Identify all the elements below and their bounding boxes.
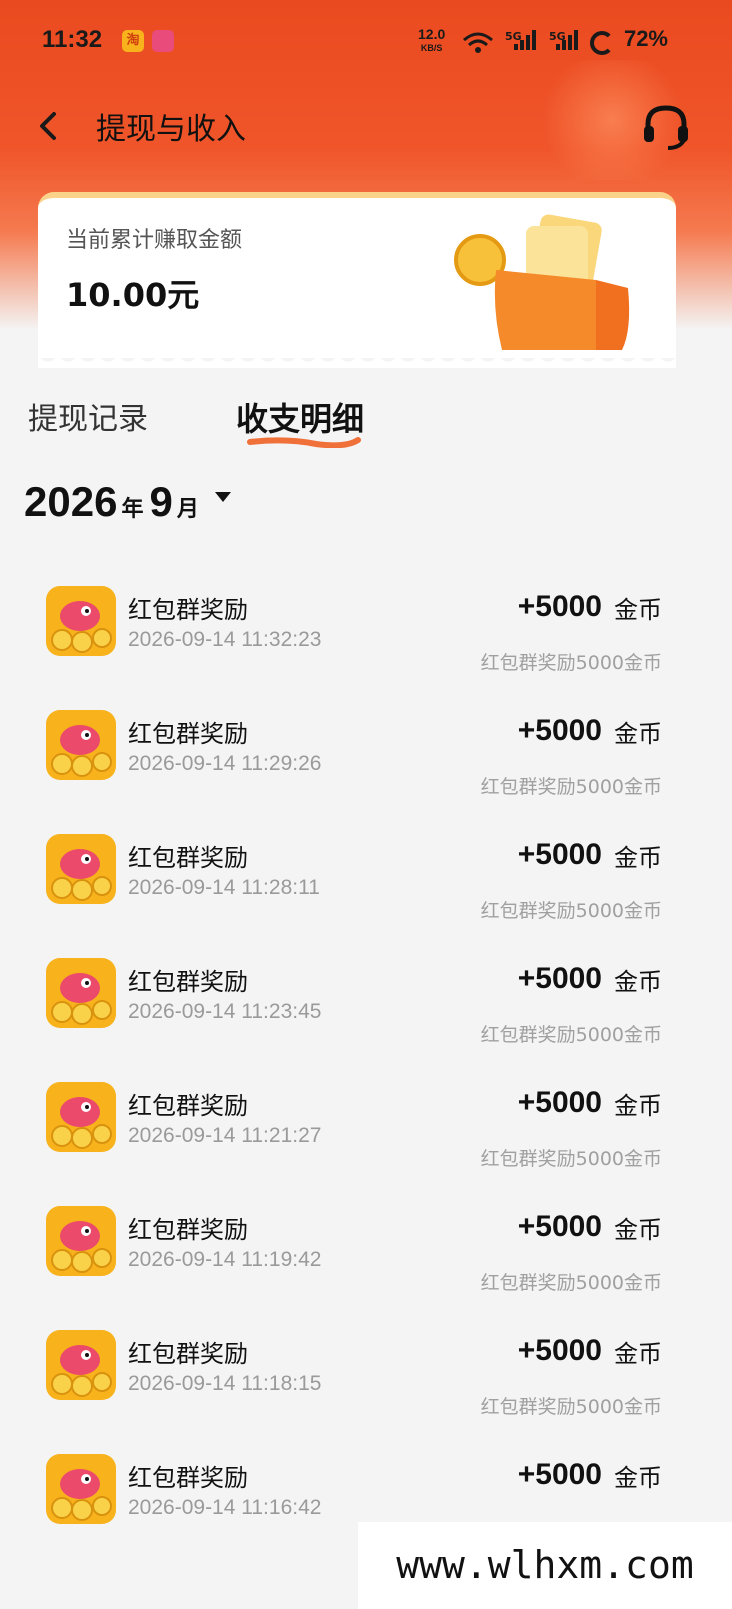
record-amount: +5000 [517, 590, 602, 623]
record-desc: 红包群奖励5000金币 [480, 1272, 662, 1294]
record-time: 2026-09-14 11:32:23 [128, 628, 322, 651]
tab-active-indicator [247, 437, 361, 448]
record-title: 红包群奖励 [128, 844, 248, 872]
record-amount: +5000 [517, 838, 602, 871]
record-desc: 红包群奖励5000金币 [480, 1024, 662, 1046]
record-amount: +5000 [517, 962, 602, 995]
record-desc: 红包群奖励5000金币 [480, 1396, 662, 1418]
list-item[interactable]: 红包群奖励 2026-09-14 11:21:27 +5000 金币 红包群奖励… [0, 1056, 732, 1180]
list-item[interactable]: 红包群奖励 2026-09-14 11:29:26 +5000 金币 红包群奖励… [0, 684, 732, 808]
wallet-coin-illustration [454, 214, 630, 350]
record-title: 红包群奖励 [128, 1092, 248, 1120]
red-packet-reward-icon [46, 1330, 116, 1400]
record-unit: 金币 [614, 1464, 662, 1492]
record-time: 2026-09-14 11:23:45 [128, 1000, 322, 1023]
taobao-app-icon: 淘 [122, 30, 144, 52]
red-packet-reward-icon [46, 958, 116, 1028]
record-time: 2026-09-14 11:18:15 [128, 1372, 322, 1395]
list-item[interactable]: 红包群奖励 2026-09-14 11:19:42 +5000 金币 红包群奖励… [0, 1180, 732, 1304]
record-unit: 金币 [614, 844, 662, 872]
red-packet-reward-icon [46, 1206, 116, 1276]
month-picker-month: 9 [149, 478, 173, 525]
record-desc: 红包群奖励5000金币 [480, 1148, 662, 1170]
record-desc: 红包群奖励5000金币 [480, 900, 662, 922]
red-packet-reward-icon [46, 1082, 116, 1152]
record-unit: 金币 [614, 1216, 662, 1244]
month-picker[interactable]: 2026 年 9 月 [24, 478, 231, 528]
chevron-left-icon[interactable] [30, 102, 70, 150]
list-item[interactable]: 红包群奖励 2026-09-14 11:28:11 +5000 金币 红包群奖励… [0, 808, 732, 932]
status-bar: 11:32 淘 12.0 KB/S 5G 5G 72% [0, 18, 732, 64]
red-packet-reward-icon [46, 586, 116, 656]
watermark: www.wlhxm.com [358, 1522, 732, 1609]
signal-2-icon [556, 30, 582, 50]
record-unit: 金币 [614, 1340, 662, 1368]
earnings-label: 当前累计赚取金额 [66, 228, 243, 253]
record-time: 2026-09-14 11:16:42 [128, 1496, 322, 1519]
headset-icon[interactable] [640, 100, 692, 152]
battery-ring-icon [590, 31, 614, 55]
net-speed-value: 12.0 [418, 26, 446, 42]
list-item[interactable]: 红包群奖励 2026-09-14 11:32:23 +5000 金币 红包群奖励… [0, 560, 732, 684]
net-speed-unit: KB/S [420, 43, 443, 53]
record-time: 2026-09-14 11:28:11 [128, 876, 320, 899]
red-packet-reward-icon [46, 1454, 116, 1524]
month-picker-year-unit: 年 [121, 497, 144, 522]
list-item[interactable]: 红包群奖励 2026-09-14 11:23:45 +5000 金币 红包群奖励… [0, 932, 732, 1056]
record-unit: 金币 [614, 1092, 662, 1120]
record-amount: +5000 [517, 1334, 602, 1367]
status-time: 11:32 [42, 26, 103, 53]
month-picker-month-unit: 月 [176, 497, 199, 522]
record-amount: +5000 [517, 1210, 602, 1243]
game-app-icon [152, 30, 174, 52]
record-title: 红包群奖励 [128, 720, 248, 748]
record-title: 红包群奖励 [128, 1216, 248, 1244]
record-time: 2026-09-14 11:19:42 [128, 1248, 322, 1271]
month-picker-year: 2026 [24, 478, 118, 525]
red-packet-reward-icon [46, 710, 116, 780]
battery-percent: 72% [623, 26, 668, 51]
record-title: 红包群奖励 [128, 1464, 248, 1492]
record-unit: 金币 [614, 968, 662, 996]
record-amount: +5000 [517, 1086, 602, 1119]
red-packet-reward-icon [46, 834, 116, 904]
page-title: 提现与收入 [96, 112, 246, 147]
earnings-card: 当前累计赚取金额 10.00元 [38, 192, 676, 368]
record-unit: 金币 [614, 720, 662, 748]
list-item[interactable]: 红包群奖励 2026-09-14 11:18:15 +5000 金币 红包群奖励… [0, 1304, 732, 1428]
record-time: 2026-09-14 11:29:26 [128, 752, 322, 775]
nav-bar: 提现与收入 [0, 96, 732, 156]
wifi-icon [463, 32, 493, 53]
record-title: 红包群奖励 [128, 1340, 248, 1368]
record-desc: 红包群奖励5000金币 [480, 652, 662, 674]
record-desc: 红包群奖励5000金币 [480, 776, 662, 798]
record-title: 红包群奖励 [128, 596, 248, 624]
record-amount: +5000 [517, 714, 602, 747]
earnings-amount: 10.00元 [66, 276, 200, 314]
tab-bar: 提现记录 收支明细 [0, 390, 732, 450]
record-title: 红包群奖励 [128, 968, 248, 996]
record-unit: 金币 [614, 596, 662, 624]
signal-1-icon [514, 30, 540, 50]
record-time: 2026-09-14 11:21:27 [128, 1124, 322, 1147]
tab-withdraw-records[interactable]: 提现记录 [28, 394, 148, 438]
caret-down-icon [214, 492, 231, 502]
net-speed: 12.0 KB/S [418, 27, 445, 55]
tab-income-detail[interactable]: 收支明细 [236, 394, 364, 440]
record-amount: +5000 [517, 1458, 602, 1491]
